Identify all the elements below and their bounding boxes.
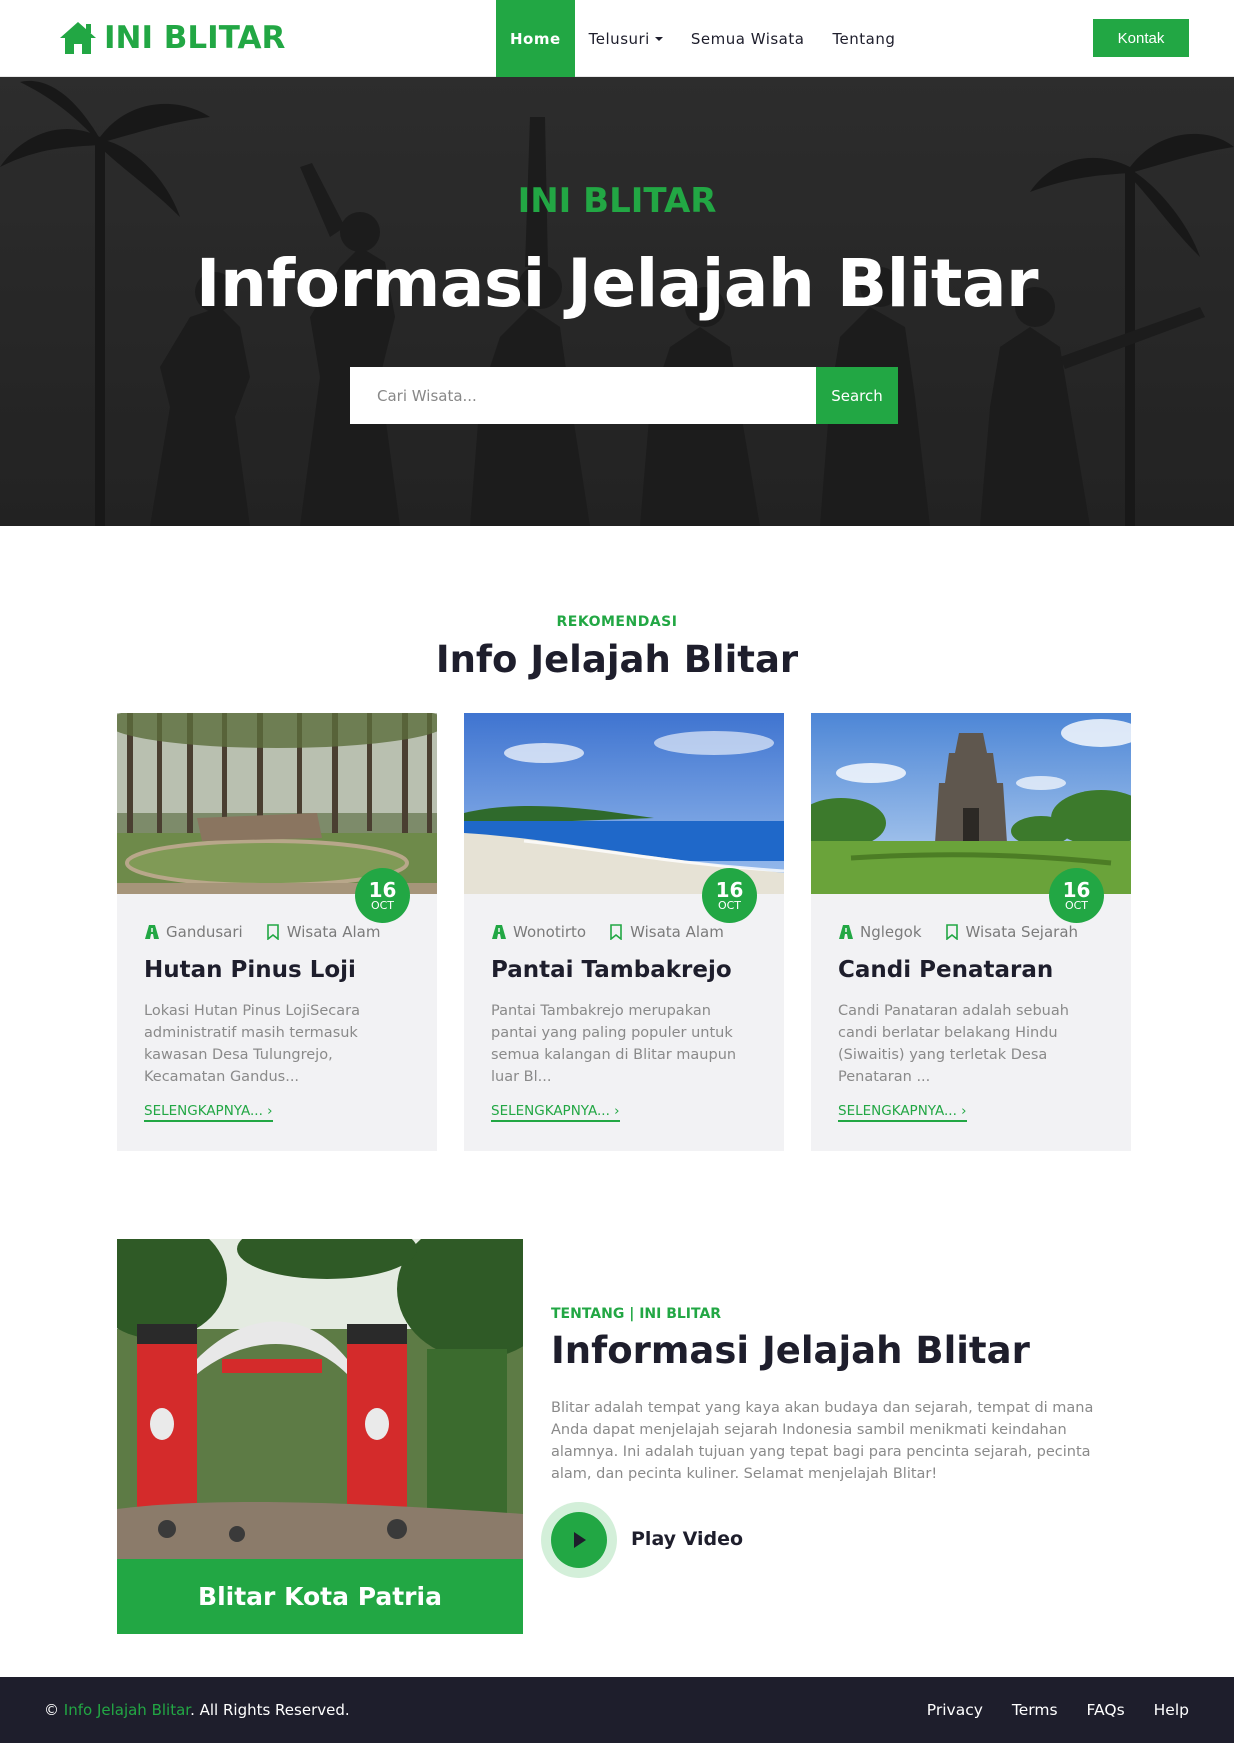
footer: © Info Jelajah Blitar. All Rights Reserv… [0, 1677, 1234, 1743]
footer-link-faqs[interactable]: FAQs [1087, 1701, 1125, 1719]
play-video-label[interactable]: Play Video [631, 1528, 743, 1550]
search-input[interactable] [350, 367, 816, 424]
road-icon [492, 925, 506, 939]
footer-link-terms[interactable]: Terms [1012, 1701, 1058, 1719]
about-eyebrow: TENTANG | INI BLITAR [551, 1306, 722, 1322]
date-badge: 16 OCT [355, 868, 410, 923]
section-eyebrow: REKOMENDASI [556, 614, 678, 630]
contact-button[interactable]: Kontak [1093, 19, 1189, 57]
read-more-label: SELENGKAPNYA... [144, 1103, 263, 1119]
road-icon [839, 925, 853, 939]
about-image-caption: Blitar Kota Patria [117, 1559, 523, 1634]
card-title[interactable]: Candi Penataran [838, 957, 1053, 983]
nav-semua-wisata[interactable]: Semua Wisata [677, 0, 819, 77]
date-day: 16 [1062, 877, 1091, 902]
chevron-right-icon: › [267, 1103, 273, 1119]
read-more-label: SELENGKAPNYA... [491, 1103, 610, 1119]
caret-down-icon [654, 36, 663, 41]
copyright: © Info Jelajah Blitar. All Rights Reserv… [44, 1701, 350, 1719]
location-label: Gandusari [166, 923, 243, 941]
hero-section: INI BLITAR Informasi Jelajah Blitar Sear… [0, 77, 1234, 526]
read-more-link[interactable]: SELENGKAPNYA... › [491, 1103, 620, 1122]
play-video-button[interactable] [541, 1502, 617, 1578]
nav-tentang[interactable]: Tentang [818, 0, 909, 77]
location-label: Wonotirto [513, 923, 587, 941]
chevron-right-icon: › [614, 1103, 620, 1119]
chevron-right-icon: › [961, 1103, 967, 1119]
brand-name: INI BLITAR [104, 20, 286, 56]
nav-home[interactable]: Home [496, 0, 575, 77]
read-more-link[interactable]: SELENGKAPNYA... › [144, 1103, 273, 1122]
card-description: Candi Panataran adalah sebuah candi berl… [838, 1003, 1069, 1085]
card-title[interactable]: Hutan Pinus Loji [144, 957, 356, 983]
bookmark-icon [945, 924, 958, 940]
nav-semua-wisata-label: Semua Wisata [690, 29, 805, 48]
location-label: Nglegok [860, 923, 922, 941]
card-image-temple[interactable] [811, 713, 1131, 894]
category-tag: Wisata Alam [608, 923, 724, 941]
road-icon [145, 925, 159, 939]
footer-nav: Privacy Terms FAQs Help [927, 1701, 1189, 1719]
category-tag: Wisata Alam [265, 923, 381, 941]
date-month: OCT [1064, 898, 1089, 912]
card-meta: Gandusari Wisata Alam [144, 923, 380, 941]
category-label: Wisata Alam [630, 923, 724, 941]
copyright-symbol: © [44, 1701, 59, 1719]
hero-title: Informasi Jelajah Blitar [195, 245, 1039, 322]
footer-link-help[interactable]: Help [1154, 1701, 1189, 1719]
destination-card: 16 OCT Wonotirto Wisata Alam Pantai Tamb… [464, 713, 784, 1151]
hero-eyebrow: INI BLITAR [517, 181, 717, 221]
date-badge: 16 OCT [1049, 868, 1104, 923]
date-badge: 16 OCT [702, 868, 757, 923]
play-button-circle [551, 1512, 607, 1568]
card-meta: Wonotirto Wisata Alam [491, 923, 724, 941]
card-description: Lokasi Hutan Pinus LojiSecara administra… [144, 1003, 360, 1085]
about-title: Informasi Jelajah Blitar [551, 1329, 1030, 1372]
section-title: Info Jelajah Blitar [435, 638, 799, 681]
category-tag: Wisata Sejarah [944, 923, 1079, 941]
location-tag: Nglegok [838, 923, 922, 941]
location-tag: Wonotirto [491, 923, 586, 941]
category-label: Wisata Sejarah [965, 923, 1079, 941]
nav-home-label: Home [510, 29, 561, 48]
navbar: INI BLITAR Home Telusuri Semua Wisata Te… [0, 0, 1234, 77]
destination-card: 16 OCT Gandusari Wisata Alam Hutan Pinus… [117, 713, 437, 1151]
nav-telusuri-label: Telusuri [588, 29, 650, 48]
category-label: Wisata Alam [286, 923, 381, 941]
read-more-link[interactable]: SELENGKAPNYA... › [838, 1103, 967, 1122]
copyright-site-link[interactable]: Info Jelajah Blitar [64, 1701, 190, 1719]
card-title[interactable]: Pantai Tambakrejo [491, 957, 732, 983]
about-description: Blitar adalah tempat yang kaya akan buda… [551, 1400, 1094, 1482]
card-meta: Nglegok Wisata Sejarah [838, 923, 1078, 941]
date-day: 16 [715, 877, 744, 902]
footer-link-privacy[interactable]: Privacy [927, 1701, 983, 1719]
card-description: Pantai Tambakrejo merupakan pantai yang … [491, 1003, 737, 1085]
read-more-label: SELENGKAPNYA... [838, 1103, 957, 1119]
about-image-alun-alun-gate [117, 1239, 523, 1559]
destination-card: 16 OCT Nglegok Wisata Sejarah Candi Pena… [811, 713, 1131, 1151]
date-day: 16 [368, 877, 397, 902]
card-image-beach[interactable] [464, 713, 784, 894]
date-month: OCT [717, 898, 742, 912]
nav-telusuri-dropdown[interactable]: Telusuri [575, 0, 677, 77]
brand-logo[interactable]: INI BLITAR [58, 18, 285, 58]
nav-tentang-label: Tentang [832, 29, 896, 48]
main-nav: Home Telusuri Semua Wisata Tentang [496, 0, 909, 77]
bookmark-icon [266, 924, 279, 940]
card-image-pine-forest[interactable] [117, 713, 437, 894]
play-icon [574, 1532, 586, 1548]
home-icon [60, 22, 96, 54]
search-button[interactable]: Search [816, 367, 898, 424]
location-tag: Gandusari [144, 923, 243, 941]
date-month: OCT [370, 898, 395, 912]
copyright-suffix: . All Rights Reserved. [190, 1701, 350, 1719]
bookmark-icon [610, 924, 622, 940]
